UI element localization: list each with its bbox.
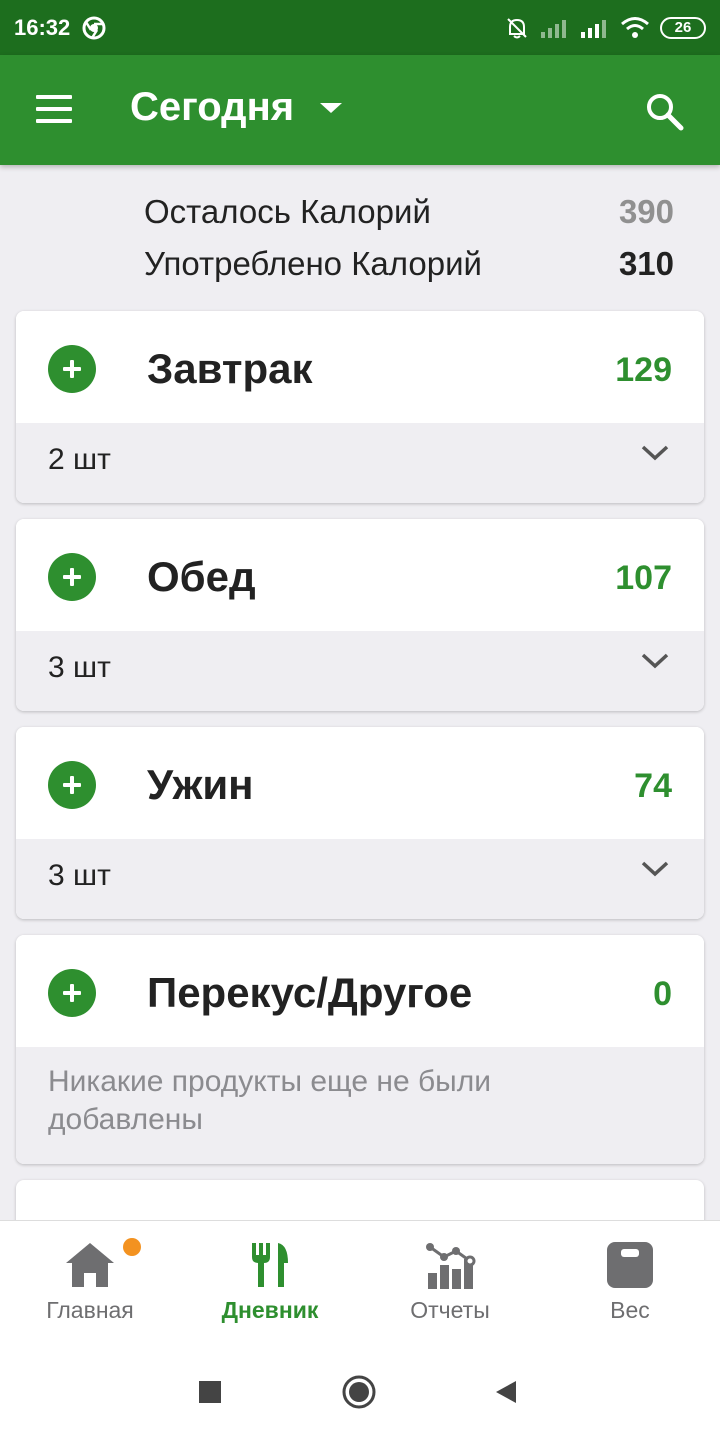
date-selector[interactable]: Сегодня [130, 85, 343, 130]
meal-empty-row: Никакие продукты еще не были добавлены [16, 1047, 704, 1164]
scale-icon [607, 1242, 653, 1288]
chevron-down-icon [641, 861, 669, 877]
nav-label: Отчеты [410, 1297, 490, 1323]
meal-card-dinner: Ужин 74 3 шт [16, 727, 704, 919]
empty-message: Никакие продукты еще не были добавлены [48, 1065, 491, 1136]
app-bar: Сегодня [0, 55, 720, 165]
signal-icon [581, 19, 606, 38]
consumed-calories-label: Употреблено Калорий [144, 245, 482, 282]
chrome-icon [82, 16, 106, 39]
bell-off-icon [507, 17, 527, 38]
wifi-icon [621, 16, 649, 38]
meal-expand-row[interactable]: 2 шт [16, 423, 704, 503]
nav-weight[interactable]: Вес [540, 1221, 720, 1345]
meal-name: Обед [147, 553, 256, 600]
item-count: 2 шт [48, 443, 111, 476]
nav-home[interactable]: Главная [0, 1221, 180, 1345]
battery-indicator: 26 [660, 16, 706, 39]
menu-button[interactable] [36, 95, 74, 125]
meal-header[interactable]: Завтрак 129 [16, 311, 704, 423]
meal-card-snack: Перекус/Другое 0 Никакие продукты еще не… [16, 935, 704, 1164]
meal-name: Ужин [147, 761, 254, 808]
notification-dot [123, 1238, 141, 1256]
meal-header[interactable]: Ужин 74 [16, 727, 704, 839]
status-time: 16:32 [14, 14, 71, 40]
item-count: 3 шт [48, 651, 111, 684]
nav-reports[interactable]: Отчеты [360, 1221, 540, 1345]
add-food-button[interactable] [48, 761, 96, 809]
menu-icon [36, 95, 72, 99]
system-navigation-bar [0, 1344, 720, 1440]
meal-calories: 129 [615, 351, 672, 389]
fork-knife-icon [252, 1243, 288, 1287]
add-food-button[interactable] [48, 969, 96, 1017]
status-bar: 16:32 26 [0, 0, 720, 55]
recents-icon[interactable] [198, 1380, 222, 1404]
remaining-calories-value: 390 [618, 193, 674, 230]
meal-calories: 0 [653, 975, 672, 1013]
nav-label: Вес [610, 1297, 650, 1323]
signal-weak-icon [541, 19, 566, 38]
meal-expand-row[interactable]: 3 шт [16, 839, 704, 919]
nav-label: Главная [46, 1297, 134, 1323]
meal-header[interactable]: Перекус/Другое 0 [16, 935, 704, 1047]
remaining-calories-label: Осталось Калорий [144, 193, 431, 230]
meal-card-breakfast: Завтрак 129 2 шт [16, 311, 704, 503]
page-title: Сегодня [130, 85, 295, 129]
back-icon[interactable] [494, 1380, 518, 1404]
consumed-calories-value: 310 [618, 245, 674, 282]
item-count: 3 шт [48, 859, 111, 892]
add-food-button[interactable] [48, 345, 96, 393]
meal-calories: 74 [634, 767, 672, 805]
calorie-summary[interactable]: Осталось Калорий 390 Употреблено Калорий… [0, 165, 720, 438]
home-icon [66, 1243, 114, 1287]
chevron-down-icon [641, 445, 669, 461]
meal-calories: 107 [615, 559, 672, 597]
bottom-navigation: Главная Дневник Отчеты Вес [0, 1220, 720, 1344]
chart-icon [426, 1243, 476, 1289]
add-food-button[interactable] [48, 553, 96, 601]
nav-diary[interactable]: Дневник [180, 1221, 360, 1345]
meal-name: Завтрак [147, 345, 313, 392]
meal-name: Перекус/Другое [147, 969, 473, 1016]
meal-card-lunch: Обед 107 3 шт [16, 519, 704, 711]
nav-label: Дневник [221, 1297, 319, 1323]
meal-expand-row[interactable]: 3 шт [16, 631, 704, 711]
search-icon[interactable] [644, 91, 684, 131]
home-button-icon[interactable] [341, 1374, 377, 1410]
meal-header[interactable]: Обед 107 [16, 519, 704, 631]
caret-down-icon [320, 102, 343, 113]
chevron-down-icon [641, 653, 669, 669]
